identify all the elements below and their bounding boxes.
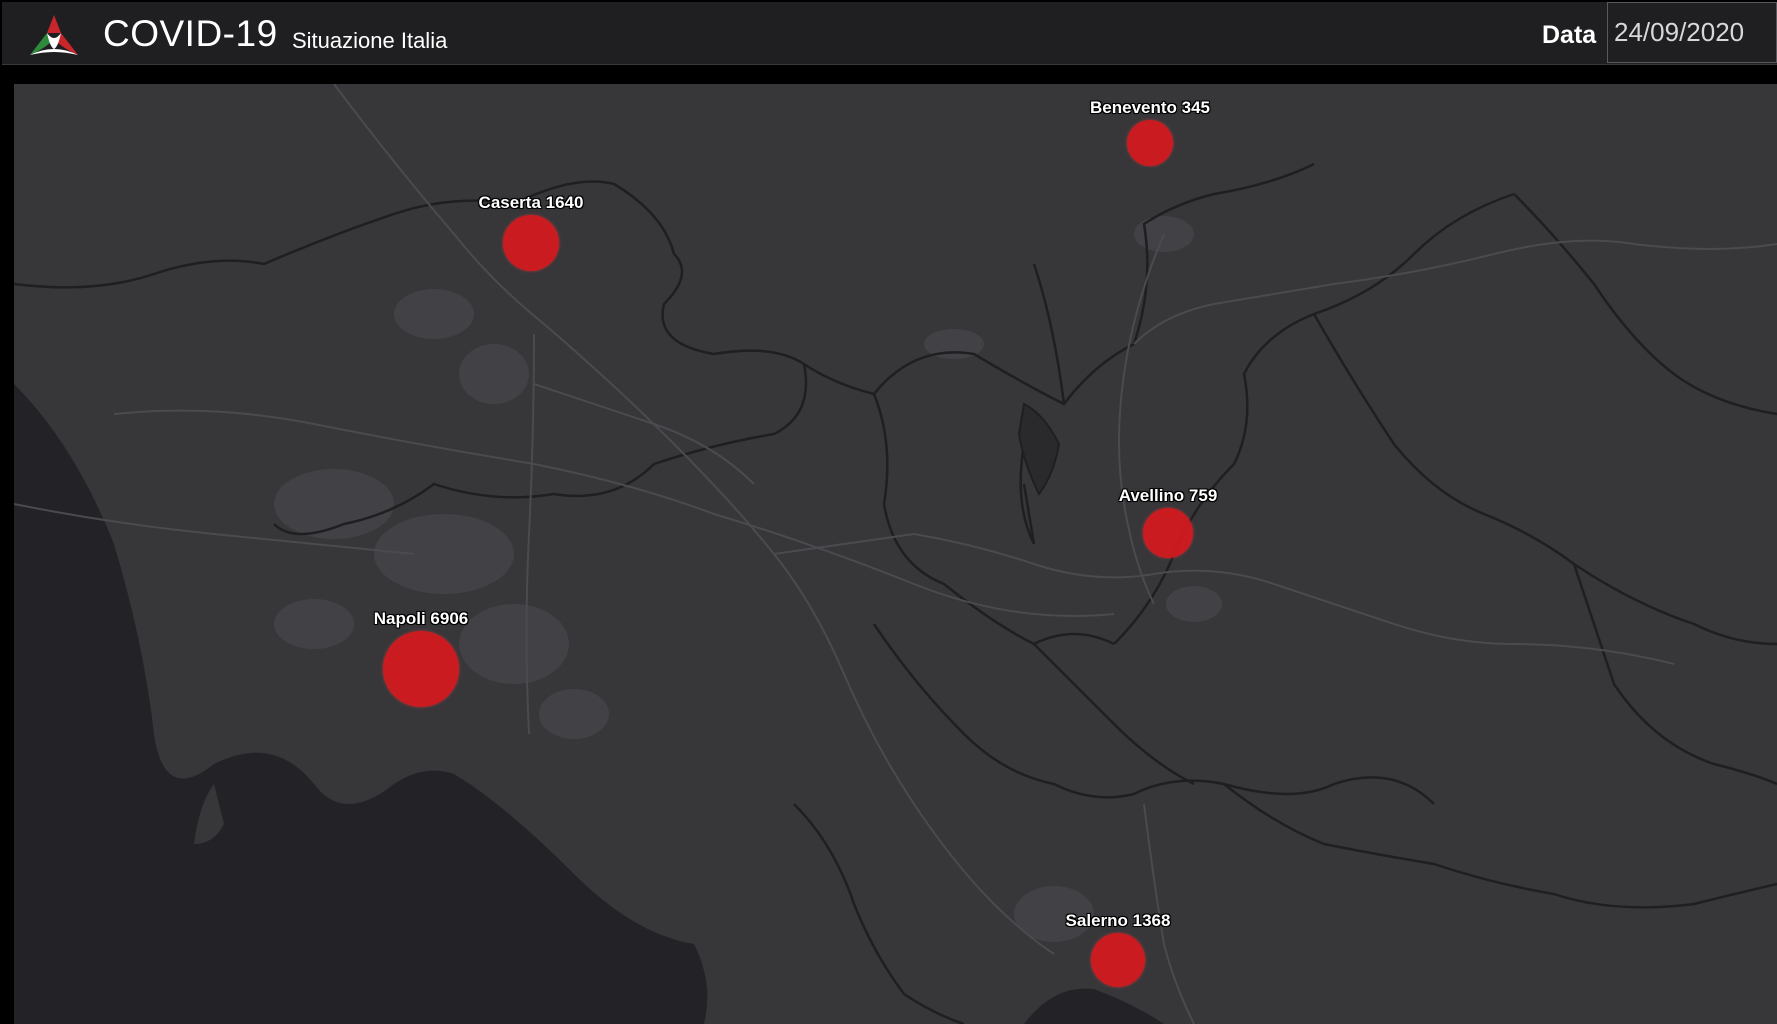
map-panel[interactable]: Caserta 1640 Benevento 345 Avellino 759 Nap… — [14, 84, 1777, 1024]
basemap — [14, 84, 1777, 1024]
date-label: Data — [1542, 21, 1597, 49]
map-marker-caserta[interactable] — [502, 214, 560, 272]
map-marker-napoli[interactable] — [383, 631, 459, 707]
header-bar: COVID-19 Situazione Italia Data — [2, 2, 1777, 65]
map-marker-benevento[interactable] — [1126, 119, 1174, 167]
protezione-civile-logo-icon — [30, 15, 78, 55]
app-title: COVID-19 — [103, 13, 278, 54]
date-input[interactable] — [1607, 2, 1777, 63]
app-subtitle: Situazione Italia — [292, 28, 448, 53]
app-window: COVID-19 Situazione Italia Data 24/09/20… — [0, 0, 1777, 1024]
